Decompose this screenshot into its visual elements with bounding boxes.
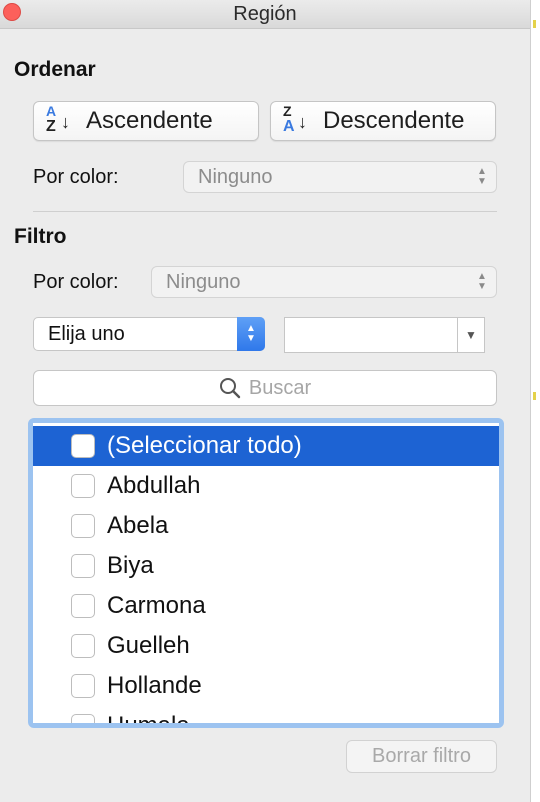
checkbox[interactable] xyxy=(71,674,95,698)
list-item-label: Guelleh xyxy=(107,632,190,659)
sort-by-color-value: Ninguno xyxy=(198,165,273,188)
sort-ascending-label: Ascendente xyxy=(86,107,213,134)
list-item-select-all[interactable]: (Seleccionar todo) xyxy=(33,426,499,466)
list-item[interactable]: Hollande xyxy=(33,666,499,706)
checkbox[interactable] xyxy=(71,554,95,578)
sort-descending-label: Descendente xyxy=(323,107,465,134)
updown-chevron-icon: ▲ ▼ xyxy=(477,166,487,187)
updown-chevron-icon: ▲ ▼ xyxy=(477,271,487,292)
checkbox[interactable] xyxy=(71,474,95,498)
filter-values-list-content: (Seleccionar todo) Abdullah Abela Biya C… xyxy=(33,423,499,723)
list-item[interactable]: Carmona xyxy=(33,586,499,626)
sort-by-color-label: Por color: xyxy=(33,166,119,188)
sort-ascending-button[interactable]: A Z ↓ Ascendente xyxy=(33,101,259,141)
sort-descending-button[interactable]: Z A ↓ Descendente xyxy=(270,101,496,141)
list-item-label: Carmona xyxy=(107,592,206,619)
checkbox[interactable] xyxy=(71,434,95,458)
list-item[interactable]: Guelleh xyxy=(33,626,499,666)
filter-values-list[interactable]: (Seleccionar todo) Abdullah Abela Biya C… xyxy=(28,418,504,728)
cell-marker xyxy=(533,20,536,28)
filter-by-color-value: Ninguno xyxy=(166,270,241,293)
section-divider xyxy=(33,211,497,212)
search-input[interactable]: Buscar xyxy=(33,370,497,406)
sort-by-color-select[interactable]: Ninguno ▲ ▼ xyxy=(183,161,497,193)
chevron-down-icon[interactable]: ▼ xyxy=(457,318,484,352)
filter-by-color-label: Por color: xyxy=(33,271,119,293)
search-placeholder: Buscar xyxy=(248,376,312,399)
list-item-label: Abela xyxy=(107,512,169,539)
list-item-label: Hollande xyxy=(107,672,202,699)
clear-filter-button[interactable]: Borrar filtro xyxy=(346,740,497,773)
checkbox[interactable] xyxy=(71,514,95,538)
list-item[interactable]: Abdullah xyxy=(33,466,499,506)
sort-descending-icon: Z A ↓ xyxy=(283,103,307,135)
updown-chevron-icon: ▲ ▼ xyxy=(237,317,265,351)
condition-value-combo[interactable]: ▼ xyxy=(284,317,485,353)
checkbox[interactable] xyxy=(71,594,95,618)
checkbox[interactable] xyxy=(71,714,95,723)
list-item[interactable]: Humala xyxy=(33,706,499,723)
list-item[interactable]: Biya xyxy=(33,546,499,586)
sort-heading: Ordenar xyxy=(14,58,96,81)
filter-heading: Filtro xyxy=(14,225,67,248)
list-item-label: (Seleccionar todo) xyxy=(107,432,302,459)
filter-by-color-select[interactable]: Ninguno ▲ ▼ xyxy=(151,266,497,298)
title-bar: Región xyxy=(0,0,530,29)
condition-select[interactable]: Elija uno ▲ ▼ xyxy=(33,317,265,351)
checkbox[interactable] xyxy=(71,634,95,658)
sort-ascending-icon: A Z ↓ xyxy=(46,103,70,135)
search-icon xyxy=(219,378,241,399)
background-sheet-edge xyxy=(530,0,540,802)
condition-value: Elija uno xyxy=(48,322,125,345)
list-item-label: Abdullah xyxy=(107,472,201,499)
list-item[interactable]: Abela xyxy=(33,506,499,546)
cell-marker xyxy=(533,392,536,400)
window-title: Región xyxy=(233,3,297,25)
list-item-label: Biya xyxy=(107,552,154,579)
list-item-label: Humala xyxy=(107,712,190,723)
